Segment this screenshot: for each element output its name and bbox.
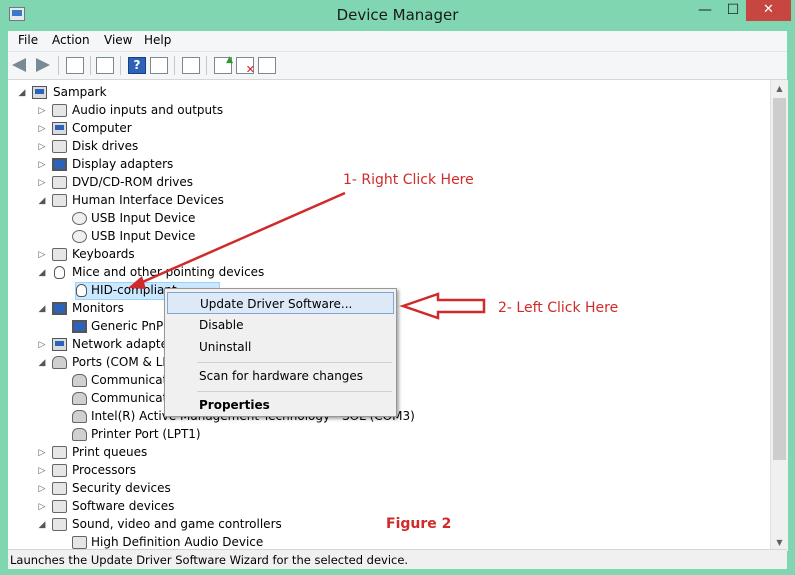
annotation-step1: 1- Right Click Here <box>343 172 474 188</box>
annotation-arrow-step1 <box>137 191 346 286</box>
device-manager-window: Device Manager — ☐ ✕ File Action View He… <box>0 0 795 575</box>
annotation-step2: 2- Left Click Here <box>498 300 619 316</box>
annotation-arrow-step2 <box>399 292 486 320</box>
figure-caption: Figure 2 <box>386 516 452 532</box>
arrow-head <box>128 276 146 289</box>
annotation-arrows <box>128 191 486 320</box>
